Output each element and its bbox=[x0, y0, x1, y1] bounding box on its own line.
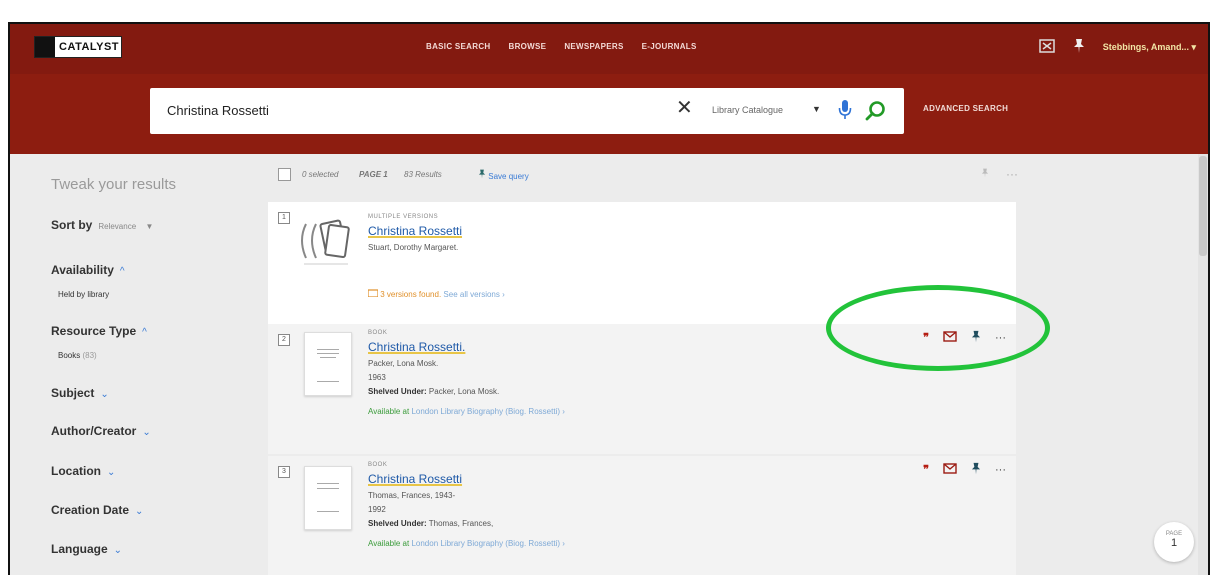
user-menu[interactable]: Stebbings, Amand... ▾ bbox=[1103, 42, 1196, 53]
email-icon[interactable] bbox=[943, 463, 957, 477]
results-count: 83 Results bbox=[404, 170, 442, 179]
chevron-down-icon: ⌄ bbox=[135, 506, 144, 517]
chevron-down-icon: ⌄ bbox=[100, 389, 109, 400]
result-author: Stuart, Dorothy Margaret. bbox=[368, 243, 459, 252]
facet-availability[interactable]: Availability ^ bbox=[51, 263, 125, 277]
result-author: Packer, Lona Mosk. bbox=[368, 359, 439, 368]
result-card[interactable]: 1 MULTIPLE VERSIONS Christina Rossetti S… bbox=[268, 202, 1016, 324]
result-type: MULTIPLE VERSIONS bbox=[368, 214, 439, 220]
results-toolbar: 0 selected PAGE 1 83 Results Save query … bbox=[268, 167, 1018, 195]
pin-icon[interactable] bbox=[971, 330, 981, 346]
more-actions-icon[interactable]: ··· bbox=[995, 332, 1006, 344]
facet-language[interactable]: Language ⌄ bbox=[51, 542, 122, 556]
facet-books[interactable]: Books (83) bbox=[58, 351, 97, 360]
result-card[interactable]: 2 BOOK Christina Rossetti. Packer, Lona … bbox=[268, 324, 1016, 454]
main-nav: BASIC SEARCH BROWSE NEWSPAPERS E-JOURNAL… bbox=[426, 42, 697, 51]
availability-status: Available at bbox=[368, 407, 410, 416]
chevron-up-icon: ^ bbox=[142, 327, 147, 338]
browser-frame: CATALYST BASIC SEARCH BROWSE NEWSPAPERS … bbox=[8, 22, 1210, 575]
search-scope-select[interactable]: Library Catalogue bbox=[712, 105, 783, 115]
result-checkbox[interactable]: 1 bbox=[278, 212, 290, 224]
search-band: Christina Rossetti ✕ Library Catalogue ▼… bbox=[10, 74, 1208, 154]
result-card[interactable]: 3 BOOK Christina Rossetti Thomas, France… bbox=[268, 456, 1016, 575]
chevron-down-icon: ▼ bbox=[145, 222, 154, 231]
availability-link[interactable]: Available at London Library Biography (B… bbox=[368, 539, 565, 548]
result-year: 1963 bbox=[368, 373, 386, 382]
result-checkbox[interactable]: 2 bbox=[278, 334, 290, 346]
pin-icon[interactable] bbox=[971, 462, 981, 478]
logo-text: CATALYST bbox=[59, 41, 120, 53]
chevron-right-icon: › bbox=[562, 407, 565, 416]
search-box: Christina Rossetti ✕ Library Catalogue ▼ bbox=[150, 88, 904, 134]
search-icon[interactable] bbox=[864, 99, 888, 123]
selected-count: 0 selected bbox=[302, 170, 339, 179]
result-actions: ❞ ··· bbox=[923, 330, 1006, 346]
result-year: 1992 bbox=[368, 505, 386, 514]
top-bar: CATALYST BASIC SEARCH BROWSE NEWSPAPERS … bbox=[10, 24, 1208, 74]
save-query-button[interactable]: Save query bbox=[478, 169, 529, 181]
select-all-checkbox[interactable] bbox=[278, 168, 291, 181]
chevron-down-icon: ▾ bbox=[1191, 42, 1196, 52]
search-input[interactable]: Christina Rossetti bbox=[167, 103, 269, 118]
sidebar-title: Tweak your results bbox=[51, 176, 177, 193]
result-shelved: Shelved Under: Thomas, Frances, bbox=[368, 519, 494, 528]
sort-by-control[interactable]: Sort by Relevance ▼ bbox=[51, 218, 153, 232]
facet-creation-date[interactable]: Creation Date ⌄ bbox=[51, 503, 143, 517]
toolbar-more-icon[interactable]: ··· bbox=[981, 167, 1018, 181]
microphone-icon[interactable] bbox=[838, 99, 852, 121]
chevron-down-icon: ⌄ bbox=[142, 427, 151, 438]
result-type: BOOK bbox=[368, 462, 388, 468]
result-author: Thomas, Frances, 1943- bbox=[368, 491, 456, 500]
catalyst-logo[interactable]: CATALYST bbox=[34, 36, 122, 58]
nav-e-journals[interactable]: E-JOURNALS bbox=[642, 42, 697, 51]
clear-search-icon[interactable]: ✕ bbox=[676, 98, 693, 118]
chevron-up-icon: ^ bbox=[119, 266, 125, 277]
cite-icon[interactable]: ❞ bbox=[923, 464, 929, 476]
library-card-icon[interactable] bbox=[1039, 38, 1055, 57]
logo-mark bbox=[35, 37, 55, 57]
header-tools: Stebbings, Amand... ▾ bbox=[1039, 38, 1196, 57]
facet-subject[interactable]: Subject ⌄ bbox=[51, 386, 109, 400]
scrollbar[interactable] bbox=[1198, 154, 1208, 575]
cite-icon[interactable]: ❞ bbox=[923, 332, 929, 344]
nav-browse[interactable]: BROWSE bbox=[509, 42, 547, 51]
pin-icon bbox=[478, 169, 486, 179]
pin-icon bbox=[981, 168, 988, 178]
page-indicator: PAGE 1 bbox=[359, 170, 388, 179]
facet-resource-type[interactable]: Resource Type ^ bbox=[51, 324, 147, 338]
result-title[interactable]: Christina Rossetti bbox=[368, 472, 462, 486]
chevron-right-icon: › bbox=[562, 539, 565, 548]
more-actions-icon[interactable]: ··· bbox=[995, 464, 1006, 476]
facet-author-creator[interactable]: Author/Creator ⌄ bbox=[51, 424, 151, 438]
book-cover-thumbnail bbox=[304, 332, 352, 396]
availability-link[interactable]: Available at London Library Biography (B… bbox=[368, 407, 565, 416]
multiple-versions-icon bbox=[296, 216, 356, 268]
page-badge[interactable]: PAGE 1 bbox=[1154, 522, 1194, 562]
facet-held-by-library[interactable]: Held by library bbox=[58, 290, 109, 299]
facets-sidebar: Tweak your results Sort by Relevance ▼ Av… bbox=[10, 154, 260, 575]
result-actions: ❞ ··· bbox=[923, 462, 1006, 478]
versions-link[interactable]: 3 versions found. See all versions › bbox=[367, 289, 505, 299]
facet-location[interactable]: Location ⌄ bbox=[51, 464, 115, 478]
book-cover-thumbnail bbox=[304, 466, 352, 530]
result-title[interactable]: Christina Rossetti bbox=[368, 224, 462, 238]
nav-newspapers[interactable]: NEWSPAPERS bbox=[564, 42, 623, 51]
result-title[interactable]: Christina Rossetti. bbox=[368, 340, 465, 354]
chevron-down-icon[interactable]: ▼ bbox=[812, 104, 821, 114]
scrollbar-thumb[interactable] bbox=[1199, 156, 1207, 256]
advanced-search-link[interactable]: ADVANCED SEARCH bbox=[923, 104, 1008, 113]
chevron-right-icon: › bbox=[502, 290, 505, 299]
email-icon[interactable] bbox=[943, 331, 957, 345]
folder-icon bbox=[367, 289, 379, 298]
pin-icon[interactable] bbox=[1073, 38, 1085, 57]
result-type: BOOK bbox=[368, 330, 388, 336]
chevron-down-icon: ⌄ bbox=[107, 467, 116, 478]
nav-basic-search[interactable]: BASIC SEARCH bbox=[426, 42, 491, 51]
result-checkbox[interactable]: 3 bbox=[278, 466, 290, 478]
availability-status: Available at bbox=[368, 539, 410, 548]
chevron-down-icon: ⌄ bbox=[113, 545, 123, 556]
result-shelved: Shelved Under: Packer, Lona Mosk. bbox=[368, 387, 500, 396]
